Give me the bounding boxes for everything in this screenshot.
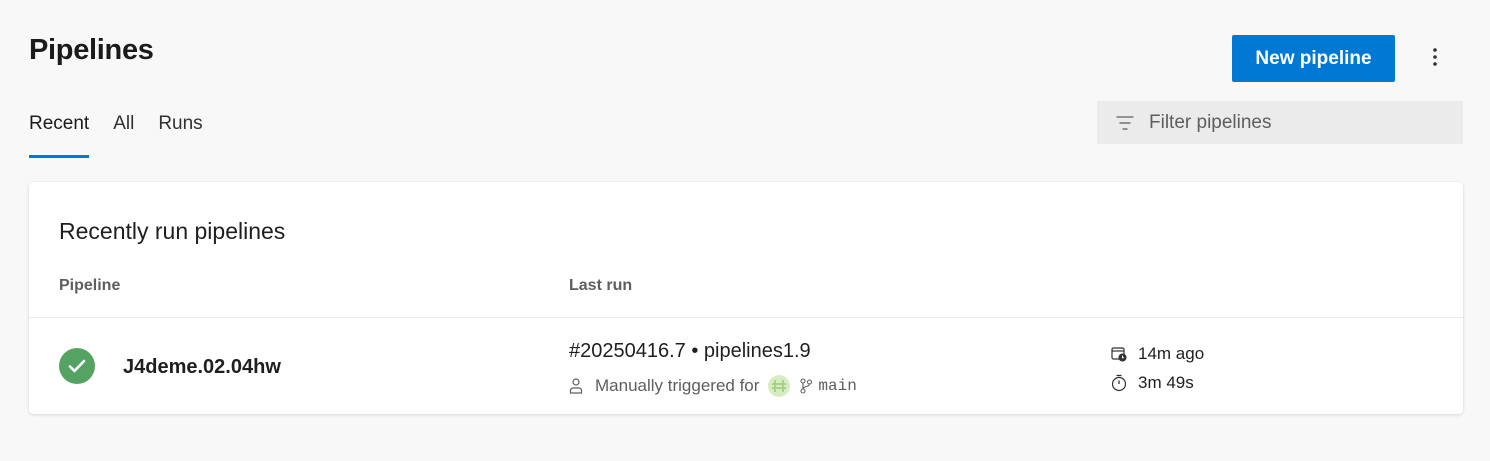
- pipeline-row[interactable]: J4deme.02.04hw #20250416.7 • pipelines1.…: [29, 318, 1463, 414]
- column-header-pipeline: Pipeline: [59, 277, 121, 294]
- tab-recent[interactable]: Recent: [29, 111, 90, 158]
- run-time-ago: 14m ago: [1111, 344, 1204, 364]
- person-icon: [569, 378, 583, 394]
- run-duration: 3m 49s: [1111, 373, 1194, 393]
- tab-all[interactable]: All: [113, 111, 134, 158]
- stopwatch-icon: [1111, 374, 1129, 392]
- pipeline-name-link[interactable]: J4deme.02.04hw: [123, 356, 281, 379]
- new-pipeline-button[interactable]: New pipeline: [1232, 35, 1395, 82]
- filter-input[interactable]: [1149, 111, 1429, 134]
- pipelines-page: Pipelines New pipeline Recent All Runs R…: [0, 0, 1490, 461]
- column-header-last-run: Last run: [569, 277, 633, 294]
- filter-icon: [1116, 115, 1136, 130]
- run-trigger-info: Manually triggered for main: [569, 375, 857, 397]
- more-vertical-icon: [1433, 47, 1437, 71]
- section-title: Recently run pipelines: [59, 218, 286, 244]
- branch-name: main: [818, 377, 857, 395]
- page-title: Pipelines: [29, 34, 154, 66]
- recent-pipelines-card: Recently run pipelines Pipeline Last run…: [29, 182, 1463, 414]
- pivot-tabs: Recent All Runs: [29, 111, 227, 158]
- filter-box[interactable]: [1097, 101, 1463, 144]
- check-circle-icon: [59, 348, 95, 384]
- calendar-clock-icon: [1111, 346, 1129, 362]
- tab-runs[interactable]: Runs: [158, 111, 202, 158]
- trigger-text: Manually triggered for: [595, 376, 760, 395]
- run-title-link[interactable]: #20250416.7 • pipelines1.9: [569, 340, 811, 363]
- duration-text: 3m 49s: [1138, 373, 1194, 392]
- branch-icon: [800, 378, 813, 394]
- more-actions-button[interactable]: [1418, 42, 1452, 76]
- time-ago-text: 14m ago: [1138, 344, 1205, 363]
- avatar: [768, 375, 791, 397]
